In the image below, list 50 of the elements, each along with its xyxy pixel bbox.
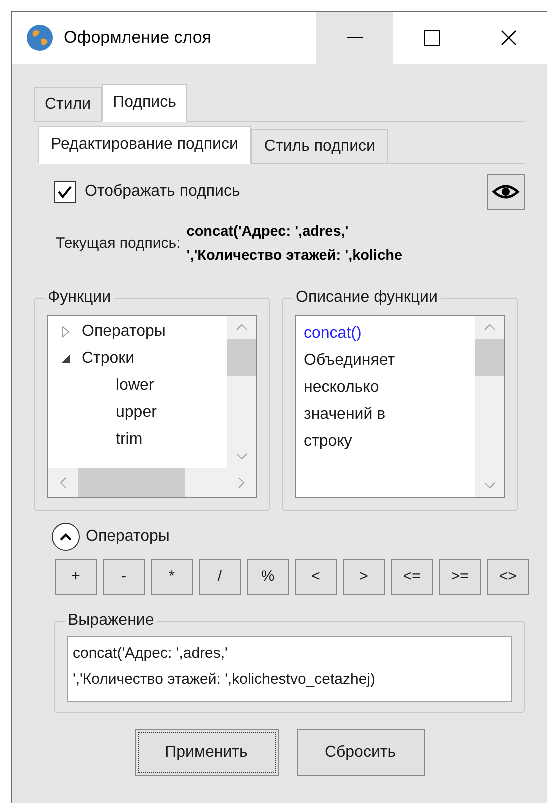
tree-item[interactable]: upper <box>116 400 157 424</box>
scroll-down-icon[interactable] <box>236 453 248 460</box>
tree-item[interactable]: Строки <box>82 346 135 370</box>
dialog-button[interactable]: Применить <box>134 729 278 776</box>
operator-button[interactable]: > <box>343 559 385 595</box>
tab[interactable]: Подпись <box>102 84 188 122</box>
collapse-toggle[interactable] <box>52 523 80 551</box>
operator-button[interactable]: < <box>295 559 337 595</box>
tab[interactable]: Стиль подписи <box>251 129 388 163</box>
tab[interactable]: Редактирование подписи <box>38 126 252 164</box>
tree-item[interactable]: lower <box>116 374 154 398</box>
checkbox[interactable] <box>54 181 76 203</box>
eye-button[interactable] <box>487 174 525 210</box>
tab[interactable]: Стили <box>34 87 102 121</box>
collapsed-triangle-icon[interactable] <box>60 326 72 338</box>
function-name: concat() <box>304 324 363 344</box>
operator-button[interactable]: <> <box>487 559 529 595</box>
vertical-scrollbar[interactable] <box>227 316 256 468</box>
operators-label: Операторы <box>86 527 170 547</box>
scroll-left-icon[interactable] <box>60 476 66 488</box>
tree-item[interactable]: Операторы <box>82 320 166 344</box>
eye-icon <box>492 184 520 200</box>
scroll-thumb[interactable] <box>78 468 185 497</box>
scroll-thumb[interactable] <box>475 339 504 376</box>
current-label-caption: Текущая подпись: <box>56 234 181 254</box>
operator-button[interactable]: * <box>151 559 193 595</box>
checkbox-label: Отображать подпись <box>85 182 240 202</box>
scroll-right-icon[interactable] <box>238 476 244 488</box>
operator-button[interactable]: % <box>247 559 289 595</box>
scroll-down-icon[interactable] <box>484 482 496 489</box>
scroll-thumb[interactable] <box>227 339 256 376</box>
current-label-text: ','Количество этажей: ',koliche <box>186 247 403 266</box>
vertical-scrollbar[interactable] <box>475 316 504 497</box>
dialog-button[interactable]: Сбросить <box>296 729 424 776</box>
current-label-text: concat('Адрес: ',adres,' <box>186 223 350 242</box>
operator-button[interactable]: - <box>103 559 145 595</box>
expression-field[interactable]: concat('Адрес: ',adres,' ','Количество этажей: ',kolichestvo_cetazhej) <box>67 636 512 702</box>
horizontal-scrollbar[interactable] <box>48 468 256 497</box>
chevron-icon <box>60 533 72 541</box>
tree-item[interactable]: trim <box>116 428 143 452</box>
operator-button[interactable]: <= <box>391 559 433 595</box>
operator-button[interactable]: / <box>199 559 241 595</box>
scroll-up-icon[interactable] <box>236 324 248 331</box>
scroll-up-icon[interactable] <box>484 324 496 331</box>
operator-button[interactable]: + <box>55 559 97 595</box>
globe-icon <box>26 24 54 52</box>
window-title: Оформление слоя <box>64 27 212 50</box>
expanded-triangle-icon[interactable] <box>60 352 72 364</box>
function-description: Объединяет несколько значений в строку <box>304 351 396 452</box>
operator-button[interactable]: >= <box>439 559 481 595</box>
